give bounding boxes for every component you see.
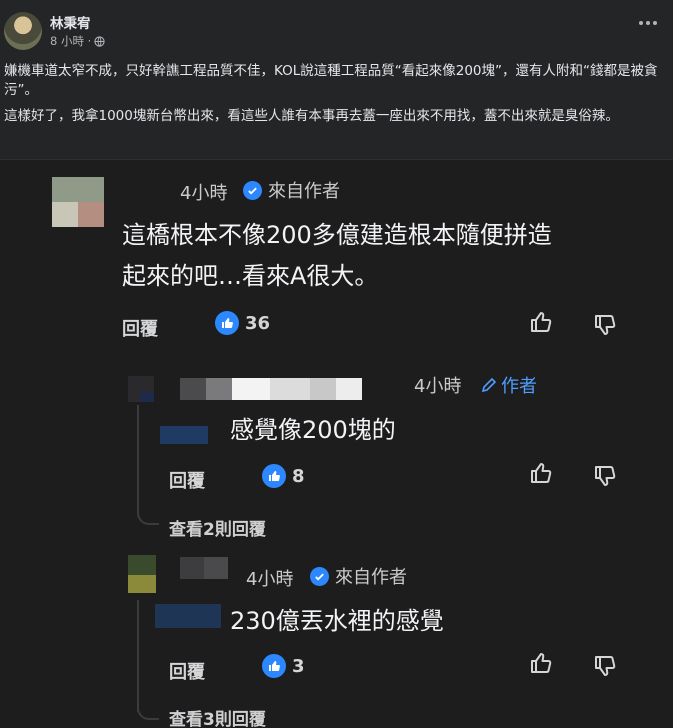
comment-1-likes[interactable]: 36 [215,311,270,335]
thread-connector [137,405,139,515]
comment-2-author-label: 作者 [501,376,537,397]
comment-2-thumbs-down-icon[interactable] [592,463,618,489]
post-meta: 8 小時 · [50,33,105,49]
thread-connector-curve [137,700,159,720]
comment-3-thumbs-up-icon[interactable] [528,650,554,676]
comment-3-like-count: 3 [292,655,305,677]
thread-connector [137,600,139,712]
comment-3-text: 230億丟水裡的感覺 [230,607,444,635]
comment-2-name-mask [160,426,208,444]
commenter-avatar-2[interactable] [118,370,156,404]
comment-1-like-count: 36 [245,312,271,334]
comment-3-thumbs-down-icon[interactable] [592,653,618,679]
comment-3-name-mask [155,604,221,628]
comment-1-thumbs-down-icon[interactable] [592,312,618,338]
comment-1-badge-label: 來自作者 [268,181,340,202]
comment-3-view-replies-link[interactable]: 查看3則回覆 [169,705,266,728]
comment-1-time[interactable]: 4小時 [180,179,227,205]
comment-2-time[interactable]: 4小時 [414,372,461,398]
comment-2-likes[interactable]: 8 [262,464,305,488]
comment-3-time[interactable]: 4小時 [246,565,293,591]
comments-panel: 4小時 來自作者 這橋根本不像200多億建造根本隨便拼造 起來的吧…看來A很大。… [0,159,673,728]
comment-2-like-count: 8 [292,465,305,487]
pencil-icon [481,377,497,393]
comment-3-likes[interactable]: 3 [262,654,305,678]
comment-2-view-replies-link[interactable]: 查看2則回覆 [169,515,266,540]
comment-2-text: 感覺像200塊的 [230,416,396,444]
comment-1-text-line-2: 起來的吧…看來A很大。 [122,262,379,290]
post-header: 林秉宥 8 小時 · 嫌機車道太窄不成，只好幹譙工程品質不佳，KOL說這種工程品… [0,0,673,159]
comment-1-text-line-1: 這橋根本不像200多億建造根本隨便拼造 [122,221,552,249]
comment-3-badge-label: 來自作者 [335,567,407,588]
post-paragraph-1: 嫌機車道太窄不成，只好幹譙工程品質不佳，KOL說這種工程品質“看起來像200塊”… [4,63,658,98]
comment-1-reply-button[interactable]: 回覆 [122,315,158,341]
commenter-avatar-1[interactable] [52,177,104,227]
comment-3-author-badge: 來自作者 [310,563,407,589]
verified-check-icon [243,180,262,200]
post-time[interactable]: 8 小時 · [50,33,91,49]
commenter-name-3[interactable] [180,557,228,579]
commenter-avatar-3[interactable] [128,555,156,599]
comment-2-author-tag: 作者 [481,372,537,398]
comment-2-reply-button[interactable]: 回覆 [169,467,205,493]
author-avatar[interactable] [4,12,42,50]
comment-1-author-badge: 來自作者 [243,177,340,203]
more-icon[interactable] [637,18,659,28]
globe-icon [94,35,105,47]
like-reaction-icon [215,311,239,335]
thread-connector-curve [137,505,159,525]
like-reaction-icon [262,464,286,488]
like-reaction-icon [262,654,286,678]
verified-check-icon [310,566,329,586]
post-author-name[interactable]: 林秉宥 [50,12,91,32]
comment-3-reply-button[interactable]: 回覆 [169,658,205,684]
post-paragraph-2: 這樣好了，我拿1000塊新台幣出來，看這些人誰有本事再去蓋一座出來不用找，蓋不出… [4,108,619,124]
comment-2-thumbs-up-icon[interactable] [528,460,554,486]
comment-1-thumbs-up-icon[interactable] [528,309,554,335]
commenter-name-2[interactable] [180,378,362,400]
